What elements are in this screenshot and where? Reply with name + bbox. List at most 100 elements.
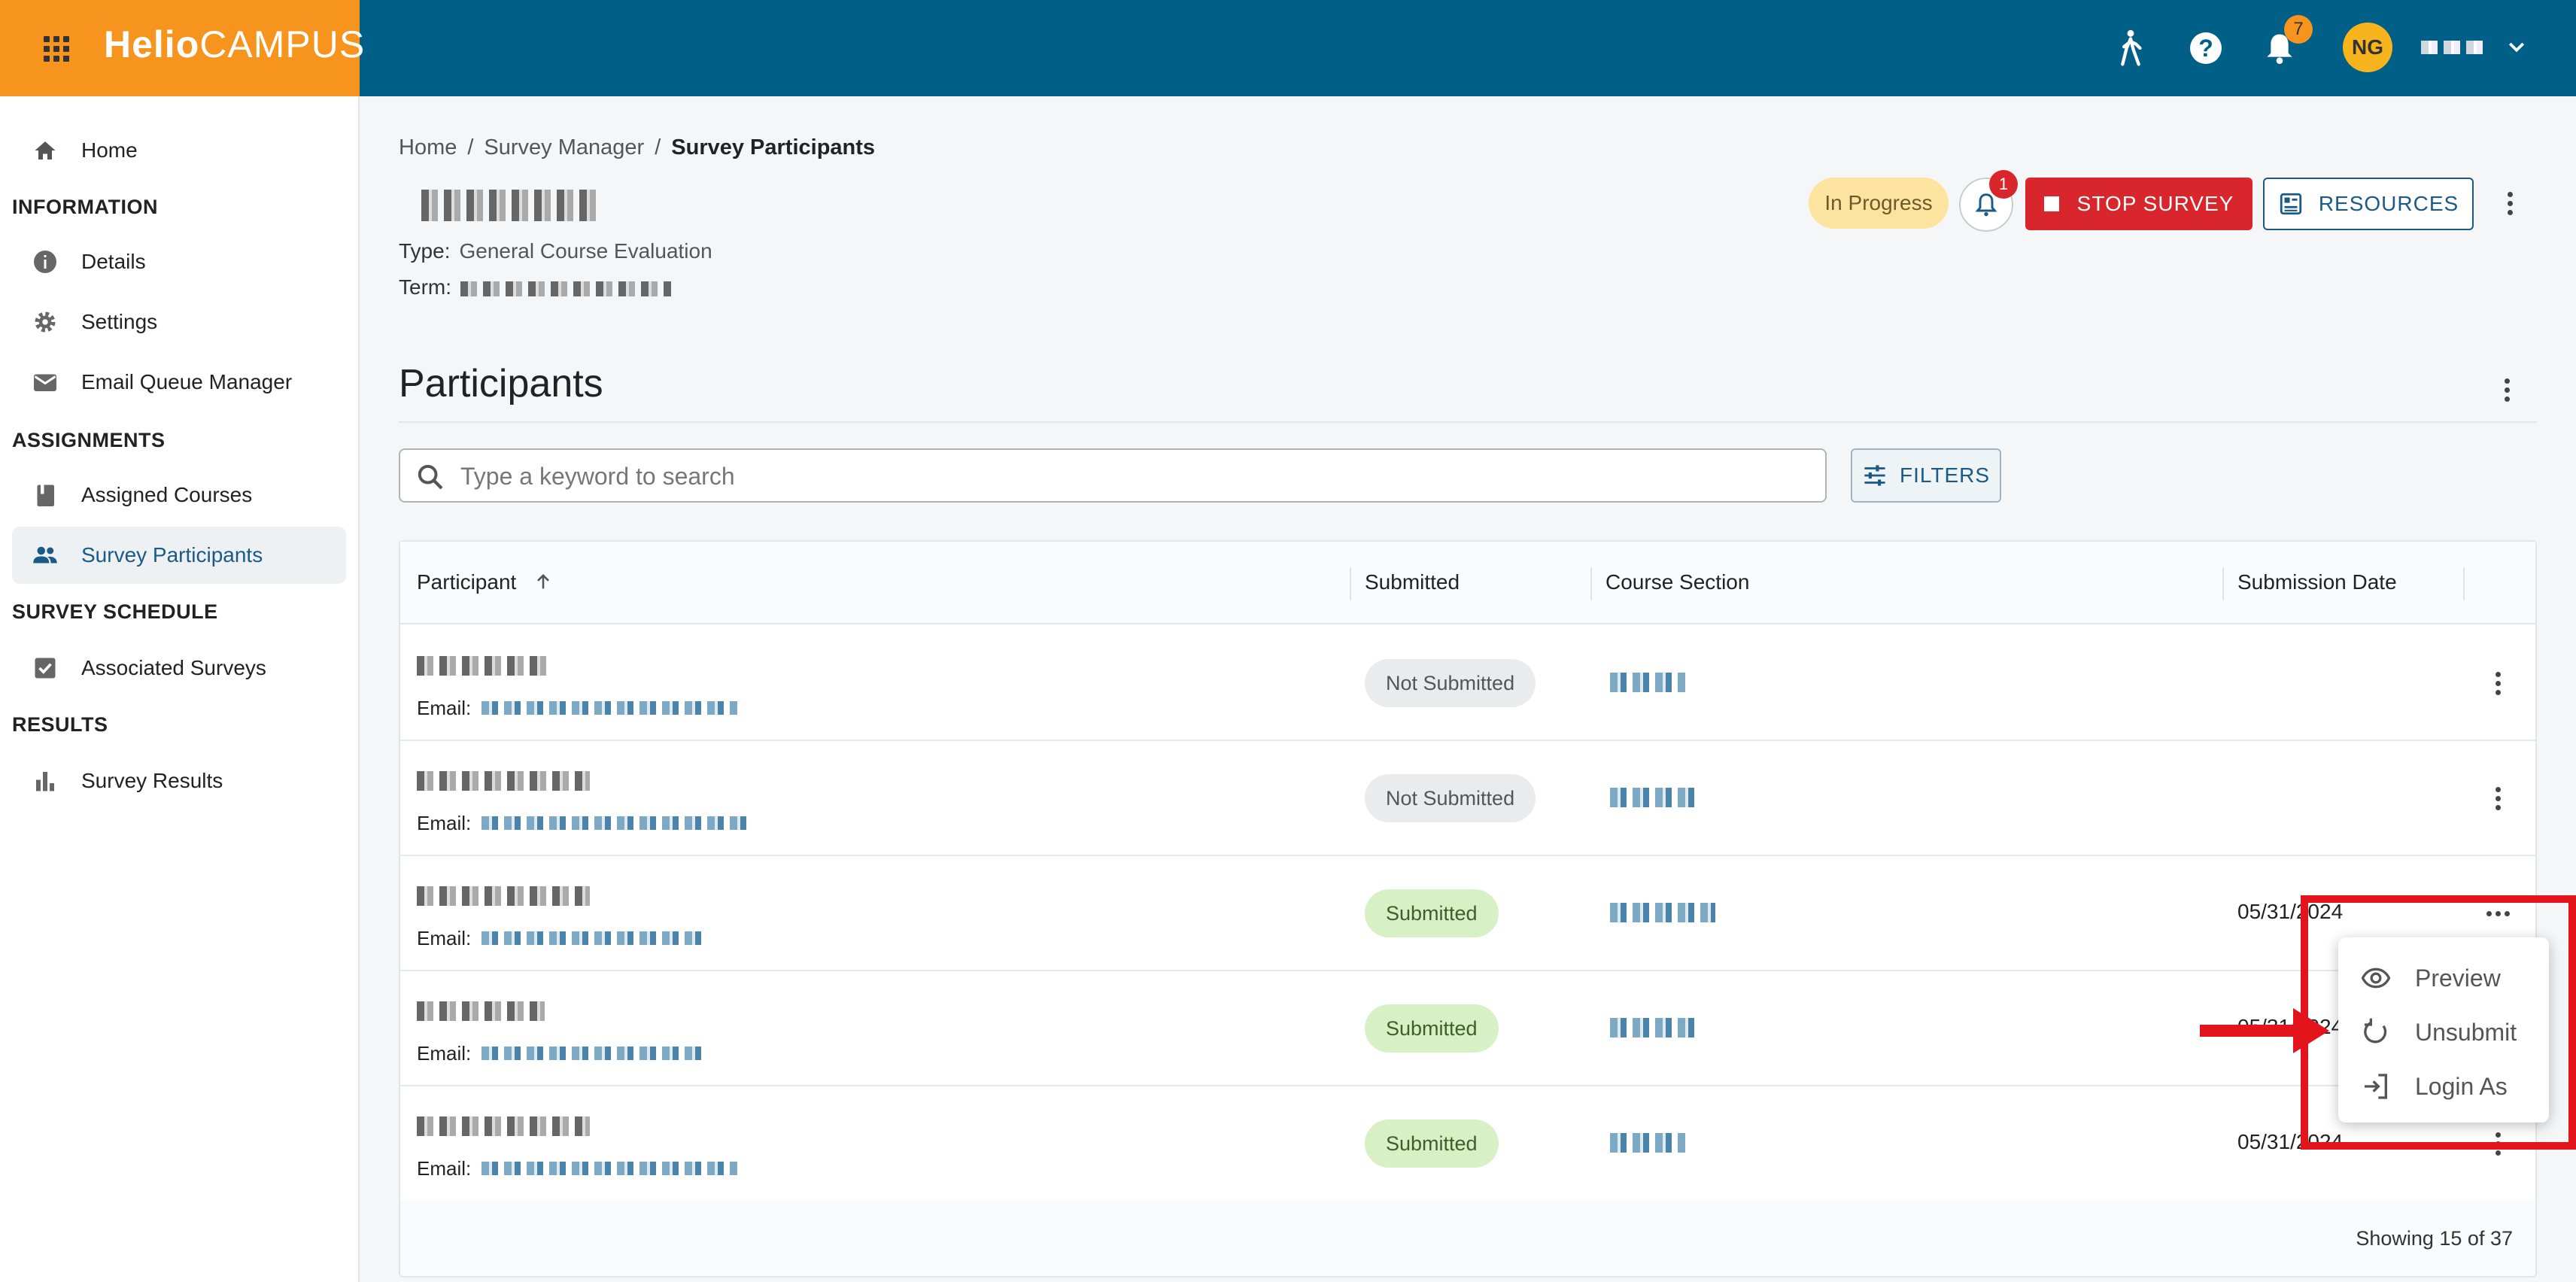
bar-chart-icon (36, 772, 54, 791)
sidebar-heading-results: RESULTS (12, 713, 108, 736)
filters-button[interactable]: FILTERS (1851, 448, 2001, 503)
status-badge: In Progress (1809, 178, 1949, 229)
participants-table: Participant Submitted Course Section Sub… (399, 540, 2537, 1277)
sidebar-item-label: Associated Surveys (81, 656, 266, 679)
sidebar-item-survey-participants[interactable]: Survey Participants (12, 527, 346, 584)
section-title: Participants (399, 362, 603, 406)
participant-email-redacted[interactable] (481, 1047, 707, 1060)
email-label: Email: (417, 927, 472, 949)
survey-term: Term: (399, 275, 671, 299)
annotation-highlight-box (2301, 895, 2576, 1150)
pagination-count: Showing 15 of 37 (2356, 1227, 2513, 1250)
page-more-icon[interactable] (2495, 181, 2525, 226)
resources-icon (2280, 193, 2301, 215)
sidebar-item-label: Settings (81, 310, 158, 333)
course-section-redacted[interactable] (1610, 673, 1685, 692)
app-launcher-icon[interactable] (44, 36, 69, 62)
heliocampus-logo[interactable]: HelioCAMPUS (104, 23, 365, 66)
brand-area: HelioCAMPUS (0, 0, 364, 96)
participant-name-redacted (417, 771, 590, 791)
divider (399, 421, 2537, 423)
sidebar-item-label: Survey Results (81, 769, 223, 792)
survey-type: Type: General Course Evaluation (399, 239, 712, 263)
status-badge: Not Submitted (1365, 659, 1536, 707)
sidebar-heading-information: INFORMATION (12, 196, 158, 218)
participant-name-redacted (417, 886, 590, 906)
table-row: Email: Submitted 05/31/2024 (400, 856, 2535, 971)
breadcrumb-survey-manager[interactable]: Survey Manager (484, 135, 644, 159)
sidebar-item-label: Home (81, 138, 138, 162)
sidebar: Home INFORMATION Details Settings Email … (0, 96, 360, 1282)
help-icon[interactable]: ? (2182, 24, 2230, 72)
course-section-redacted[interactable] (1610, 1018, 1700, 1037)
course-section-redacted[interactable] (1610, 903, 1715, 922)
status-badge: Submitted (1365, 1119, 1499, 1168)
resources-button[interactable]: RESOURCES (2263, 178, 2474, 230)
home-icon (35, 141, 56, 159)
course-section-redacted[interactable] (1610, 1133, 1685, 1153)
status-badge: Submitted (1365, 889, 1499, 937)
course-section-redacted[interactable] (1610, 788, 1700, 807)
sidebar-item-home[interactable]: Home (12, 122, 346, 179)
sidebar-item-assigned-courses[interactable]: Assigned Courses (12, 466, 346, 524)
table-footer: Showing 15 of 37 (400, 1200, 2535, 1275)
participant-email-redacted[interactable] (481, 816, 752, 830)
sidebar-item-settings[interactable]: Settings (12, 293, 346, 351)
row-more-icon[interactable] (2483, 776, 2513, 821)
table-row: Email: Not Submitted (400, 626, 2535, 741)
sidebar-item-email-queue[interactable]: Email Queue Manager (12, 354, 346, 411)
sidebar-heading-assignments: ASSIGNMENTS (12, 429, 166, 451)
column-header-submission-date[interactable]: Submission Date (2237, 570, 2397, 594)
participant-name-redacted (417, 656, 552, 676)
table-row: Email: Submitted 05/31/2024 (400, 1086, 2535, 1201)
participant-email-redacted[interactable] (481, 701, 737, 715)
mail-icon (34, 374, 56, 391)
column-header-participant[interactable]: Participant (417, 570, 554, 594)
annotation-arrow-icon (2293, 1008, 2329, 1053)
table-header: Participant Submitted Course Section Sub… (400, 542, 2535, 624)
status-badge: Not Submitted (1365, 774, 1536, 822)
breadcrumb-current: Survey Participants (671, 135, 876, 159)
participants-more-icon[interactable] (2492, 367, 2522, 412)
participant-email-redacted[interactable] (481, 1162, 737, 1175)
email-label: Email: (417, 1042, 472, 1065)
checkbox-icon (35, 658, 56, 679)
breadcrumb: Home / Survey Manager / Survey Participants (399, 135, 876, 159)
sidebar-item-details[interactable]: Details (12, 233, 346, 290)
survey-title-redacted (421, 190, 602, 221)
participant-name-redacted (417, 1001, 545, 1021)
annotation-arrow-shaft (2200, 1025, 2298, 1037)
info-icon (34, 251, 56, 273)
alert-count-badge: 1 (1989, 170, 2018, 199)
participant-email-redacted[interactable] (481, 931, 707, 945)
sidebar-heading-survey-schedule: SURVEY SCHEDULE (12, 600, 218, 623)
search-box (399, 448, 1827, 503)
email-label: Email: (417, 812, 472, 834)
search-input[interactable] (460, 459, 1800, 494)
table-row: Email: Not Submitted (400, 741, 2535, 856)
book-icon (37, 485, 54, 506)
sidebar-item-associated-surveys[interactable]: Associated Surveys (12, 639, 346, 697)
status-badge: Submitted (1365, 1004, 1499, 1053)
stop-icon (2043, 196, 2059, 211)
sidebar-item-survey-results[interactable]: Survey Results (12, 752, 346, 810)
row-more-icon[interactable] (2483, 661, 2513, 706)
gear-icon (35, 311, 56, 333)
column-header-course-section[interactable]: Course Section (1605, 570, 1749, 594)
stop-survey-button[interactable]: STOP SURVEY (2025, 178, 2252, 230)
sort-ascending-icon[interactable] (533, 571, 554, 592)
filters-icon (1864, 465, 1885, 486)
chevron-down-icon[interactable] (2505, 36, 2528, 62)
sidebar-item-label: Email Queue Manager (81, 370, 293, 393)
email-label: Email: (417, 1157, 472, 1180)
email-label: Email: (417, 697, 472, 719)
accessibility-icon[interactable] (2107, 24, 2155, 72)
search-icon (418, 464, 443, 490)
sidebar-item-label: Survey Participants (81, 543, 263, 567)
people-icon (33, 546, 57, 564)
sidebar-item-label: Assigned Courses (81, 483, 253, 506)
notification-count-badge: 7 (2284, 15, 2313, 44)
column-header-submitted[interactable]: Submitted (1365, 570, 1460, 594)
user-avatar[interactable]: NG (2343, 23, 2392, 72)
breadcrumb-home[interactable]: Home (399, 135, 457, 159)
